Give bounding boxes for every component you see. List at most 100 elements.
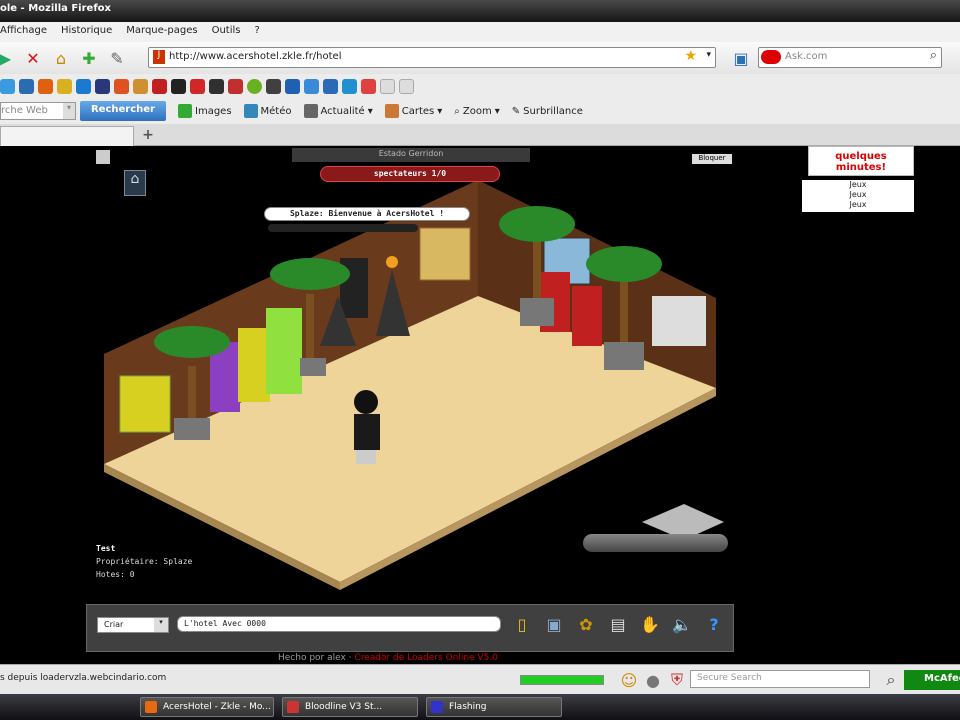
toolbar-icon[interactable] (361, 78, 376, 94)
web-search-input[interactable]: rche Web ▾ (0, 102, 76, 120)
menu-help[interactable]: ? (255, 25, 260, 42)
toolbar-icon[interactable] (380, 78, 395, 94)
toolbar-icon[interactable] (247, 78, 262, 94)
toolbar-icon[interactable] (114, 78, 129, 94)
bookmark-star-icon[interactable]: ★ (684, 48, 697, 64)
phone-icon[interactable]: ▯ (511, 611, 533, 637)
toolbar-item-meteo-label: Météo (260, 105, 292, 117)
search-icon[interactable]: ⌕ (880, 669, 902, 691)
chevron-down-icon[interactable]: ▾ (63, 103, 75, 119)
plant-pot (520, 298, 554, 326)
status-bar: s depuis loadervzla.webcindario.com ☺ ● … (0, 664, 960, 694)
chevron-down-icon[interactable]: ▾ (154, 618, 168, 632)
bookmark-add-icon[interactable]: ✚ (78, 47, 100, 69)
ask-placeholder: Ask.com (785, 51, 828, 62)
toolbar-item-zoom[interactable]: ⌕ Zoom ▾ (454, 106, 499, 117)
news-icon (303, 104, 318, 118)
rechercher-button[interactable]: Rechercher (80, 101, 166, 121)
toolbar-icon[interactable] (228, 78, 243, 94)
shield-icon[interactable]: ⛨ (666, 669, 688, 691)
toolbar-icon[interactable] (266, 78, 281, 94)
toolbar-item-surbrillance-label: Surbrillance (523, 105, 583, 117)
palm-trunk (306, 294, 314, 358)
toolbar-icon[interactable] (76, 78, 91, 94)
taskbar-item[interactable]: AcersHotel - Zkle - Mo... (140, 697, 274, 717)
jeux-item[interactable]: Jeux (802, 200, 914, 210)
toolbar-icon[interactable] (0, 78, 15, 94)
handshake-icon[interactable]: ✋ (639, 611, 661, 637)
toolbar-icon[interactable] (209, 78, 224, 94)
chat-toolbar: Criar ▾ L'hotel Avec 0000 ▯ ▣ ✿ ▤ ✋ 🔈 ? (86, 604, 734, 652)
browser-tab[interactable] (0, 126, 134, 146)
chat-input[interactable]: L'hotel Avec 0000 (177, 616, 501, 632)
toolbar-item-cartes[interactable]: Cartes ▾ (384, 104, 442, 118)
catalogue-icon[interactable]: ✿ (575, 611, 597, 637)
jeux-item[interactable]: Jeux (802, 180, 914, 190)
sound-icon[interactable]: 🔈 (671, 611, 693, 637)
toolbar-icon[interactable] (190, 78, 205, 94)
tools-icon[interactable]: ✎ (106, 47, 128, 69)
stop-icon[interactable]: ✕ (22, 47, 44, 69)
toolbar-item-images[interactable]: Images (178, 104, 232, 118)
menu-historique[interactable]: Historique (61, 25, 112, 42)
menu-bar: Affichage Historique Marque-pages Outils… (0, 22, 960, 42)
secure-search-field[interactable]: Secure Search (690, 670, 870, 688)
toolbar-icon[interactable] (342, 78, 357, 94)
url-bar[interactable]: J http://www.acershotel.zkle.fr/hotel ★ … (148, 47, 716, 68)
toolbar-icon[interactable] (95, 78, 110, 94)
notice-box: quelques minutes! (808, 146, 914, 176)
inventory-icon[interactable]: ▤ (607, 611, 629, 637)
toolbar-icon[interactable] (399, 78, 414, 94)
room-status-bar: Estado Gerridon (292, 148, 530, 162)
taskbar-item[interactable]: Bloodline V3 St... (282, 697, 418, 717)
ask-search-field[interactable]: Ask.com ⌕ (758, 47, 942, 68)
toolbar-item-meteo[interactable]: Météo (243, 104, 292, 118)
menu-marque-pages[interactable]: Marque-pages (126, 25, 197, 42)
forward-icon[interactable]: ▶ (0, 47, 16, 69)
toolbar-icon[interactable] (304, 78, 319, 94)
menu-affichage[interactable]: Affichage (0, 25, 47, 42)
plant-pot (174, 418, 210, 440)
mcafee-badge[interactable]: McAfee (904, 670, 960, 690)
toolbar-icon[interactable] (133, 78, 148, 94)
toolbar-icon[interactable] (171, 78, 186, 94)
avatar-head[interactable] (354, 390, 378, 414)
addon-icon[interactable]: ▣ (730, 47, 752, 69)
shout-mode-select[interactable]: Criar ▾ (97, 617, 169, 633)
toolbar-icon[interactable] (57, 78, 72, 94)
url-dropdown-icon[interactable]: ▾ (706, 50, 711, 60)
home-icon[interactable]: ⌂ (50, 47, 72, 69)
addon-status-icon[interactable]: ☺ (618, 669, 640, 691)
menu-outils[interactable]: Outils (212, 25, 241, 42)
map-icon (384, 104, 399, 118)
toolbar-icon[interactable] (323, 78, 338, 94)
toolbar-icon[interactable] (38, 78, 53, 94)
search-icon[interactable]: ⌕ (930, 48, 937, 63)
spectators-ribbon: spectateurs 1/0 (320, 166, 500, 182)
toolbar-icon[interactable] (285, 78, 300, 94)
zoom-slider[interactable] (583, 534, 728, 552)
palm-leaves (154, 326, 230, 358)
rasta-poster (119, 375, 171, 433)
toolbar-item-surbrillance[interactable]: ✎ Surbrillance (512, 106, 583, 117)
navigation-toolbar: ▶ ✕ ⌂ ✚ ✎ J http://www.acershotel.zkle.f… (0, 42, 960, 74)
navigator-icon[interactable]: ▣ (543, 611, 565, 637)
toolbar-icon[interactable] (19, 78, 34, 94)
addon-status-icon[interactable]: ● (642, 669, 664, 691)
avatar-legs[interactable] (356, 450, 376, 464)
taskbar-item[interactable]: Flashing (426, 697, 562, 717)
document-icon[interactable] (96, 150, 110, 164)
ask-logo-icon (761, 50, 781, 64)
app-icon (431, 701, 443, 713)
toolbar-item-actualite[interactable]: Actualité ▾ (303, 104, 373, 118)
help-icon[interactable]: ? (703, 611, 725, 637)
hotel-menu-icon[interactable]: ⌂ (124, 170, 146, 196)
jeux-item[interactable]: Jeux (802, 190, 914, 200)
toolbar-item-zoom-label: Zoom (462, 105, 492, 117)
new-tab-icon[interactable]: + (138, 127, 158, 145)
taskbar-item-label: Flashing (449, 702, 487, 712)
avatar-body[interactable] (354, 414, 380, 450)
bloquer-button[interactable]: Bloquer (692, 154, 732, 164)
toolbar-icon[interactable] (152, 78, 167, 94)
credit-link[interactable]: Creador de Loaders Online V5.0 (354, 653, 497, 663)
